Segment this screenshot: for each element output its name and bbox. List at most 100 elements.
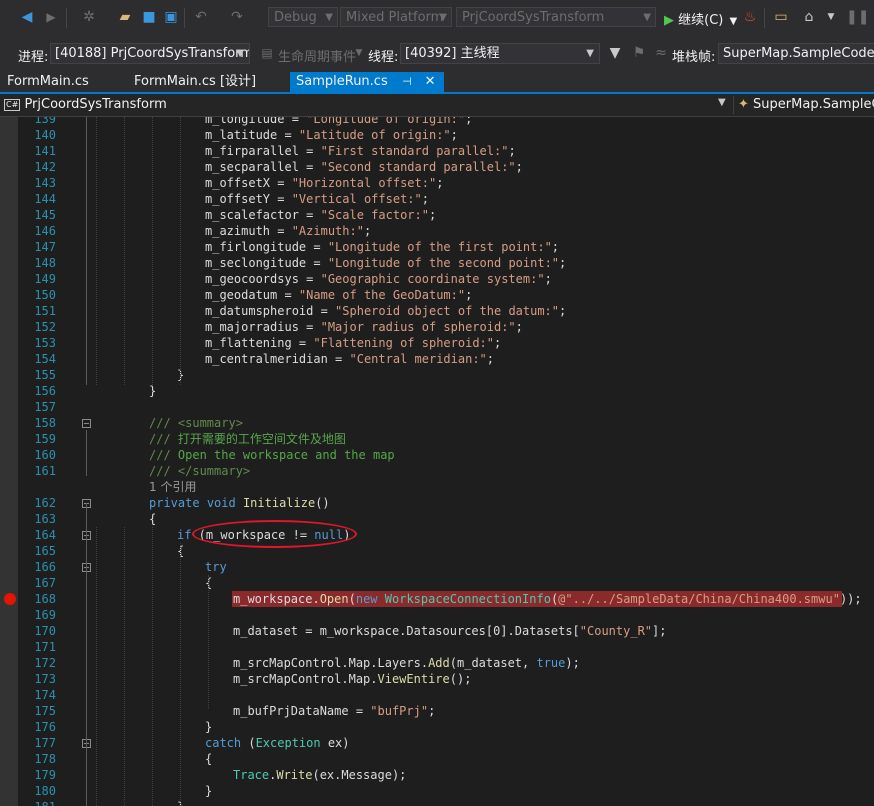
code-text: /// <summary> (149, 416, 243, 430)
collapse-region-icon[interactable] (82, 419, 91, 428)
line-number: 177 (34, 736, 56, 750)
chevron-down-icon[interactable]: ▼ (350, 44, 368, 62)
line-number: 159 (34, 432, 56, 446)
code-text: { (205, 752, 213, 766)
close-icon[interactable]: ✕ (422, 72, 438, 92)
code-line: 168 m_workspace.Open(new WorkspaceConnect… (0, 591, 874, 607)
line-number: 156 (34, 384, 56, 398)
pin-icon[interactable]: ⊣ (400, 72, 414, 92)
startup-project-combo[interactable]: PrjCoordSysTransform ▼ (456, 7, 656, 27)
code-text: m_majorradius = "Major radius of spheroi… (205, 320, 523, 334)
project-dropdown-value: PrjCoordSysTransform (24, 97, 167, 112)
indent-guide (96, 117, 97, 385)
code-text: m_scalefactor = "Scale factor:"; (205, 208, 437, 222)
undo-icon[interactable]: ↶ (192, 8, 210, 26)
code-line: 142 m_secparallel = "Second standard para… (0, 159, 874, 175)
code-line: 179 Trace.Write(ex.Message); (0, 767, 874, 783)
reference-count-line: 1 个引用 (0, 479, 874, 495)
solution-configuration-value: Debug (274, 10, 317, 25)
code-text: m_bufPrjDataName = "bufPrj"; (233, 704, 436, 718)
indent-guide (124, 117, 125, 385)
debug-location-toolbar: 进程: [40188] PrjCoordSysTransform. ▼ ▤ 生命… (0, 36, 874, 73)
indent-guide (152, 527, 153, 806)
line-number: 169 (34, 608, 56, 622)
chevron-down-icon: ▼ (643, 12, 651, 23)
outline-line (86, 430, 87, 476)
line-number: 149 (34, 272, 56, 286)
line-number: 163 (34, 512, 56, 526)
code-text: try (205, 560, 227, 574)
code-line: 161 /// </summary> (0, 463, 874, 479)
thread-combo[interactable]: [40392] 主线程 ▼ (400, 43, 600, 64)
project-dropdown[interactable]: C# PrjCoordSysTransform (4, 96, 730, 114)
code-text: m_offsetY = "Vertical offset:"; (205, 192, 429, 206)
save-icon[interactable]: ■ (140, 8, 158, 26)
tab-samplerun-cs[interactable]: SampleRun.cs ⊣ ✕ (290, 72, 445, 93)
code-line: 144 m_offsetY = "Vertical offset:"; (0, 191, 874, 207)
tab-label: FormMain.cs [设计] (134, 74, 257, 89)
lifecycle-events-button[interactable]: 生命周期事件 (278, 46, 356, 65)
new-project-icon[interactable]: ✲ (80, 8, 98, 26)
code-line: 157 (0, 399, 874, 415)
chevron-down-icon[interactable]: ▼ (822, 8, 840, 26)
code-text: m_workspace.Open(new WorkspaceConnection… (233, 592, 862, 606)
type-dropdown[interactable]: ✦ SuperMap.SampleCo (733, 96, 874, 114)
line-number: 174 (34, 688, 56, 702)
solution-configuration-combo[interactable]: Debug ▼ (268, 7, 338, 27)
save-all-icon[interactable]: ▣ (162, 8, 180, 26)
line-number: 140 (34, 128, 56, 142)
code-text: m_geodatum = "Name of the GeoDatum:"; (205, 288, 473, 302)
code-text: m_longitude = "Longitude of origin:"; (205, 117, 473, 126)
indent-guide (208, 575, 209, 709)
code-navigation-bar: C# PrjCoordSysTransform ▼ ✦ SuperMap.Sam… (0, 94, 874, 117)
line-number: 154 (34, 352, 56, 366)
code-text: m_flattening = "Flattening of spheroid:"… (205, 336, 502, 350)
tab-label: SampleRun.cs (296, 74, 388, 89)
redo-icon[interactable]: ↷ (228, 8, 246, 26)
navigate-back-icon[interactable]: ◀ (18, 8, 36, 26)
standard-toolbar: ◀ ▶ ✲ ▰ ■ ▣ ↶ ↷ Debug ▼ Mixed Platform ▼… (0, 0, 874, 36)
codelens-references[interactable]: 1 个引用 (149, 479, 196, 495)
line-number: 166 (34, 560, 56, 574)
continue-button[interactable]: ▶ 继续(C) ▼ (664, 9, 738, 28)
outline-line (86, 117, 87, 385)
type-dropdown-value: SuperMap.SampleCo (753, 97, 874, 112)
lifecycle-events-icon[interactable]: ▤ (258, 44, 276, 62)
chevron-down-icon: ▼ (325, 12, 333, 23)
line-number: 141 (34, 144, 56, 158)
code-line: 141 m_firparallel = "First standard paral… (0, 143, 874, 159)
toolbar-separator (764, 8, 765, 28)
stack-frame-combo[interactable]: SuperMap.SampleCode.Da (718, 43, 874, 64)
tab-formmain-designer[interactable]: FormMain.cs [设计] (134, 72, 256, 93)
home-window-icon[interactable]: ⌂ (800, 8, 818, 26)
pause-icon[interactable]: ❚❚ (846, 8, 869, 26)
open-file-icon[interactable]: ▰ (116, 8, 134, 26)
code-line: 176} (0, 719, 874, 735)
chevron-down-icon: ▼ (729, 16, 738, 27)
line-number: 162 (34, 496, 56, 510)
hot-reload-icon[interactable]: ♨ (741, 8, 759, 26)
line-number: 170 (34, 624, 56, 638)
find-in-files-icon[interactable]: ▭ (772, 8, 790, 26)
solution-platform-combo[interactable]: Mixed Platform ▼ (340, 7, 452, 27)
navigate-forward-icon[interactable]: ▶ (42, 8, 60, 26)
class-icon: ✦ (738, 97, 749, 112)
line-number: 151 (34, 304, 56, 318)
flag-thread-icon[interactable]: ⚑ (630, 44, 648, 62)
indent-guide (180, 117, 181, 385)
code-line: 147 m_firlongitude = "Longitude of the fi… (0, 239, 874, 255)
process-combo[interactable]: [40188] PrjCoordSysTransform. ▼ (50, 43, 250, 64)
show-threads-in-source-icon[interactable]: ≈ (652, 44, 670, 62)
chevron-down-icon[interactable]: ▼ (718, 97, 726, 108)
code-text: m_latitude = "Latitude of origin:"; (205, 128, 458, 142)
tab-formmain-cs[interactable]: FormMain.cs (7, 72, 89, 93)
code-editor[interactable]: 139 m_longitude = "Longitude of origin:";… (0, 117, 874, 806)
indent-guide (124, 527, 125, 806)
code-line: 150 m_geodatum = "Name of the GeoDatum:"; (0, 287, 874, 303)
code-line: 153 m_flattening = "Flattening of spheroi… (0, 335, 874, 351)
code-line: 152 m_majorradius = "Major radius of sphe… (0, 319, 874, 335)
toolbar-separator (184, 8, 185, 28)
filter-icon[interactable]: ▼ (606, 44, 624, 62)
annotation-circle (192, 520, 357, 548)
line-number: 158 (34, 416, 56, 430)
